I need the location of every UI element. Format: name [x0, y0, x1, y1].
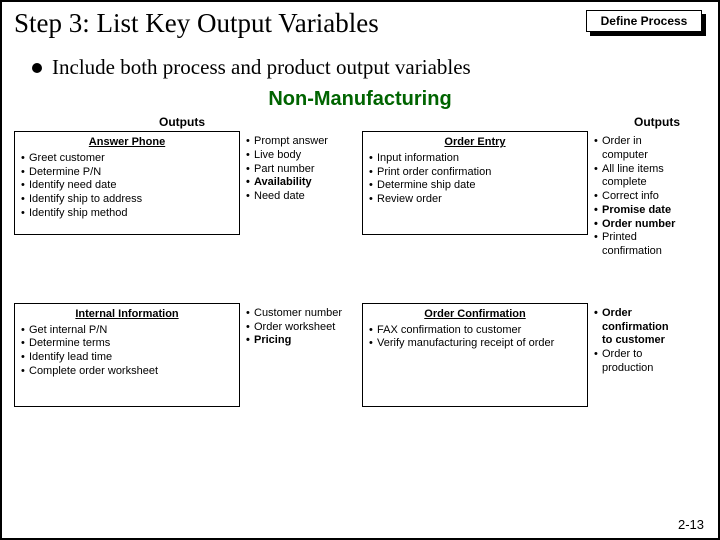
- panel-answer-phone: Answer Phone Greet customer Determine P/…: [14, 131, 240, 235]
- panel-title: Order Confirmation: [369, 308, 581, 322]
- define-process-badge: Define Process: [586, 10, 702, 32]
- header-row: Step 3: List Key Output Variables Define…: [14, 8, 706, 39]
- output-item: Promise date: [594, 204, 678, 218]
- list-item: Greet customer: [21, 152, 233, 166]
- list-item: Determine terms: [21, 337, 233, 351]
- panel-title: Internal Information: [21, 308, 233, 322]
- outputs-header-left: Outputs: [14, 115, 350, 129]
- bullet-icon: [32, 63, 42, 73]
- list-item: FAX confirmation to customer: [369, 324, 581, 338]
- list-item: Input information: [369, 152, 581, 166]
- panel-title: Order Entry: [369, 136, 581, 150]
- panel-internal-info: Internal Information Get internal P/N De…: [14, 303, 240, 407]
- output-item: Live body: [246, 149, 352, 163]
- outputs-internal-info: Customer number Order worksheet Pricing: [244, 303, 354, 407]
- output-item: Order confirmation to customer: [594, 307, 678, 348]
- output-item: Correct info: [594, 190, 678, 204]
- output-item: Availability: [246, 176, 352, 190]
- page-title: Step 3: List Key Output Variables: [14, 8, 379, 39]
- panel-list: Input information Print order confirmati…: [369, 152, 581, 207]
- slide: Step 3: List Key Output Variables Define…: [0, 0, 720, 540]
- output-item: Customer number: [246, 307, 352, 321]
- list-item: Identify lead time: [21, 351, 233, 365]
- output-item: All line items complete: [594, 163, 678, 191]
- list-item: Identify ship method: [21, 207, 233, 221]
- list-item: Get internal P/N: [21, 324, 233, 338]
- output-item: Need date: [246, 190, 352, 204]
- outputs-order-entry: Order in computer All line items complet…: [592, 131, 680, 259]
- output-item: Order to production: [594, 348, 678, 376]
- subtitle-row: Include both process and product output …: [32, 55, 706, 80]
- list-item: Determine P/N: [21, 166, 233, 180]
- output-item: Part number: [246, 163, 352, 177]
- panel-list: Get internal P/N Determine terms Identif…: [21, 324, 233, 379]
- panel-list: Greet customer Determine P/N Identify ne…: [21, 152, 233, 221]
- list-item: Review order: [369, 193, 581, 207]
- list-item: Print order confirmation: [369, 166, 581, 180]
- outputs-header-right: Outputs: [350, 115, 682, 129]
- panel-row-1: Answer Phone Greet customer Determine P/…: [14, 131, 706, 259]
- outputs-order-confirmation: Order confirmation to customer Order to …: [592, 303, 680, 407]
- output-item: Prompt answer: [246, 135, 352, 149]
- output-item: Order in computer: [594, 135, 678, 163]
- panel-title: Answer Phone: [21, 136, 233, 150]
- subtitle-text: Include both process and product output …: [52, 55, 471, 80]
- panel-row-2: Internal Information Get internal P/N De…: [14, 303, 706, 407]
- gap: [354, 303, 362, 407]
- section-heading: Non-Manufacturing: [14, 88, 706, 111]
- output-item: Printed confirmation: [594, 231, 678, 259]
- badge-container: Define Process: [586, 10, 706, 36]
- list-item: Identify need date: [21, 179, 233, 193]
- output-item: Pricing: [246, 334, 352, 348]
- panel-list: FAX confirmation to customer Verify manu…: [369, 324, 581, 352]
- list-item: Complete order worksheet: [21, 365, 233, 379]
- output-item: Order number: [594, 218, 678, 232]
- outputs-answer-phone: Prompt answer Live body Part number Avai…: [244, 131, 354, 259]
- page-number: 2-13: [678, 517, 704, 532]
- gap: [354, 131, 362, 259]
- list-item: Identify ship to address: [21, 193, 233, 207]
- list-item: Verify manufacturing receipt of order: [369, 337, 581, 351]
- output-item: Order worksheet: [246, 321, 352, 335]
- column-headers: Outputs Outputs: [14, 115, 706, 129]
- panel-order-entry: Order Entry Input information Print orde…: [362, 131, 588, 235]
- list-item: Determine ship date: [369, 179, 581, 193]
- panel-order-confirmation: Order Confirmation FAX confirmation to c…: [362, 303, 588, 407]
